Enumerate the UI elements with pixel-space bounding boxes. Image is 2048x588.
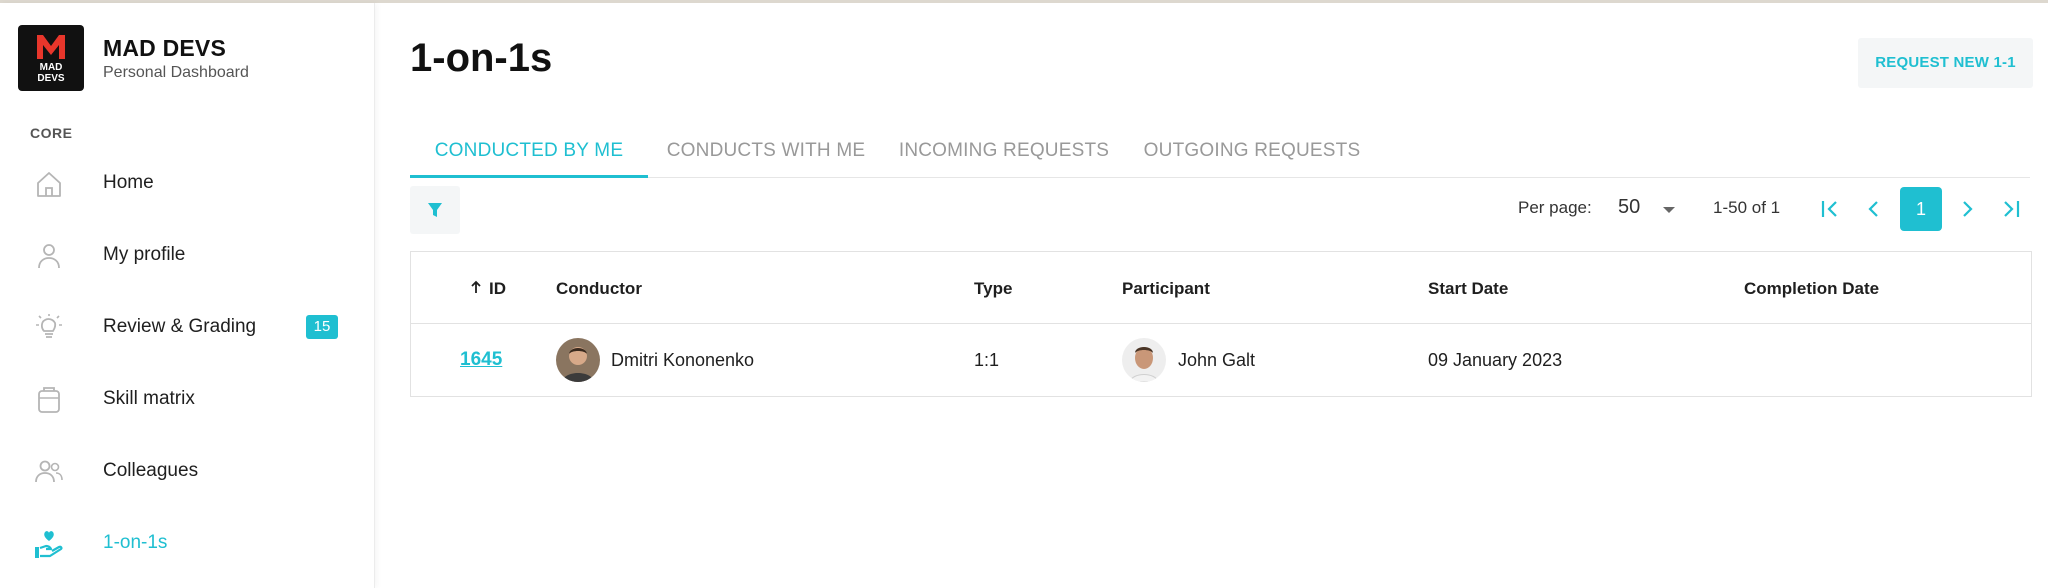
row-id-link[interactable]: 1645 xyxy=(460,349,502,371)
sidebar-item-label: Colleagues xyxy=(103,460,199,481)
next-page-button[interactable] xyxy=(1952,192,1984,226)
tab-outgoing-requests[interactable]: OUTGOING REQUESTS xyxy=(1124,130,1380,178)
mad-devs-logo: MAD DEVS xyxy=(18,25,84,91)
meeting-type: 1:1 xyxy=(974,350,1000,370)
sidebar-item-home[interactable]: Home xyxy=(0,147,374,219)
tabs: CONDUCTED BY ME CONDUCTS WITH ME INCOMIN… xyxy=(410,130,2030,178)
chevron-left-icon xyxy=(1868,201,1878,217)
column-header-type[interactable]: Type xyxy=(974,279,1012,299)
brand[interactable]: MAD DEVS MAD DEVS Personal Dashboard xyxy=(18,25,249,91)
prev-page-button[interactable] xyxy=(1859,192,1891,226)
home-icon xyxy=(37,172,61,197)
sidebar: MAD DEVS MAD DEVS Personal Dashboard COR… xyxy=(0,3,375,588)
column-header-conductor[interactable]: Conductor xyxy=(556,279,642,299)
caret-down-icon xyxy=(1663,207,1675,213)
per-page-value: 50 xyxy=(1618,196,1641,218)
first-page-button[interactable] xyxy=(1814,192,1846,226)
pagination-range: 1-50 of 1 xyxy=(1713,198,1781,217)
sidebar-item-label: Skill matrix xyxy=(103,388,195,409)
clipboard-icon xyxy=(38,387,60,413)
participant-avatar xyxy=(1122,338,1166,382)
sort-ascending-icon[interactable] xyxy=(470,280,482,294)
last-page-icon xyxy=(2004,201,2020,217)
brand-text: MAD DEVS Personal Dashboard xyxy=(103,35,249,82)
section-label-core: CORE xyxy=(30,125,73,141)
per-page-select[interactable]: 50 xyxy=(1618,192,1678,226)
lightbulb-icon xyxy=(36,314,62,338)
brand-title: MAD DEVS xyxy=(103,34,227,61)
user-icon xyxy=(38,244,60,269)
filter-button[interactable] xyxy=(410,186,460,234)
current-page-button[interactable]: 1 xyxy=(1900,187,1942,231)
conductor-avatar xyxy=(556,338,600,382)
sidebar-item-label: Home xyxy=(103,172,154,193)
sidebar-item-colleagues[interactable]: Colleagues xyxy=(0,435,374,507)
chevron-right-icon xyxy=(1963,201,1973,217)
participant-name: John Galt xyxy=(1178,350,1256,370)
request-new-1-1-button[interactable]: REQUEST NEW 1-1 xyxy=(1858,38,2033,88)
one-on-ones-table: ID Conductor Type Participant Start Date… xyxy=(410,251,2032,397)
last-page-button[interactable] xyxy=(1996,192,2028,226)
sidebar-item-1-on-1s[interactable]: 1-on-1s xyxy=(0,507,374,579)
start-date: 09 January 2023 xyxy=(1428,350,1563,370)
tab-conducts-with-me[interactable]: CONDUCTS WITH ME xyxy=(648,130,884,178)
logo-text-line1: MAD xyxy=(39,62,63,73)
first-page-icon xyxy=(1821,201,1837,217)
column-header-id[interactable]: ID xyxy=(489,279,506,299)
column-header-start-date[interactable]: Start Date xyxy=(1428,279,1508,299)
column-header-participant[interactable]: Participant xyxy=(1122,279,1210,299)
column-header-completion-date[interactable]: Completion Date xyxy=(1744,279,1879,299)
sidebar-item-skill-matrix[interactable]: Skill matrix xyxy=(0,363,374,435)
sidebar-item-label: 1-on-1s xyxy=(103,532,168,553)
page-title: 1-on-1s xyxy=(410,36,553,80)
logo-text-line2: DEVS xyxy=(37,73,65,84)
sidebar-item-label: My profile xyxy=(103,244,186,265)
table-row[interactable]: 1645 Dmitri Kononenko 1:1 John Galt 09 J… xyxy=(411,324,2031,396)
review-count-badge: 15 xyxy=(306,315,338,339)
conductor-name: Dmitri Kononenko xyxy=(611,350,755,370)
sidebar-item-review-grading[interactable]: Review & Grading 15 xyxy=(0,291,374,363)
users-icon xyxy=(35,460,63,483)
tab-conducted-by-me[interactable]: CONDUCTED BY ME xyxy=(410,130,648,178)
tab-incoming-requests[interactable]: INCOMING REQUESTS xyxy=(884,130,1124,178)
brand-subtitle: Personal Dashboard xyxy=(103,63,249,81)
table-header: ID Conductor Type Participant Start Date… xyxy=(411,252,2031,324)
m-logo-icon xyxy=(37,35,65,59)
hand-heart-icon xyxy=(35,531,63,558)
filter-icon xyxy=(428,203,442,217)
sidebar-item-label: Review & Grading xyxy=(103,316,257,337)
per-page-label: Per page: xyxy=(1518,198,1592,217)
sidebar-item-my-profile[interactable]: My profile xyxy=(0,219,374,291)
